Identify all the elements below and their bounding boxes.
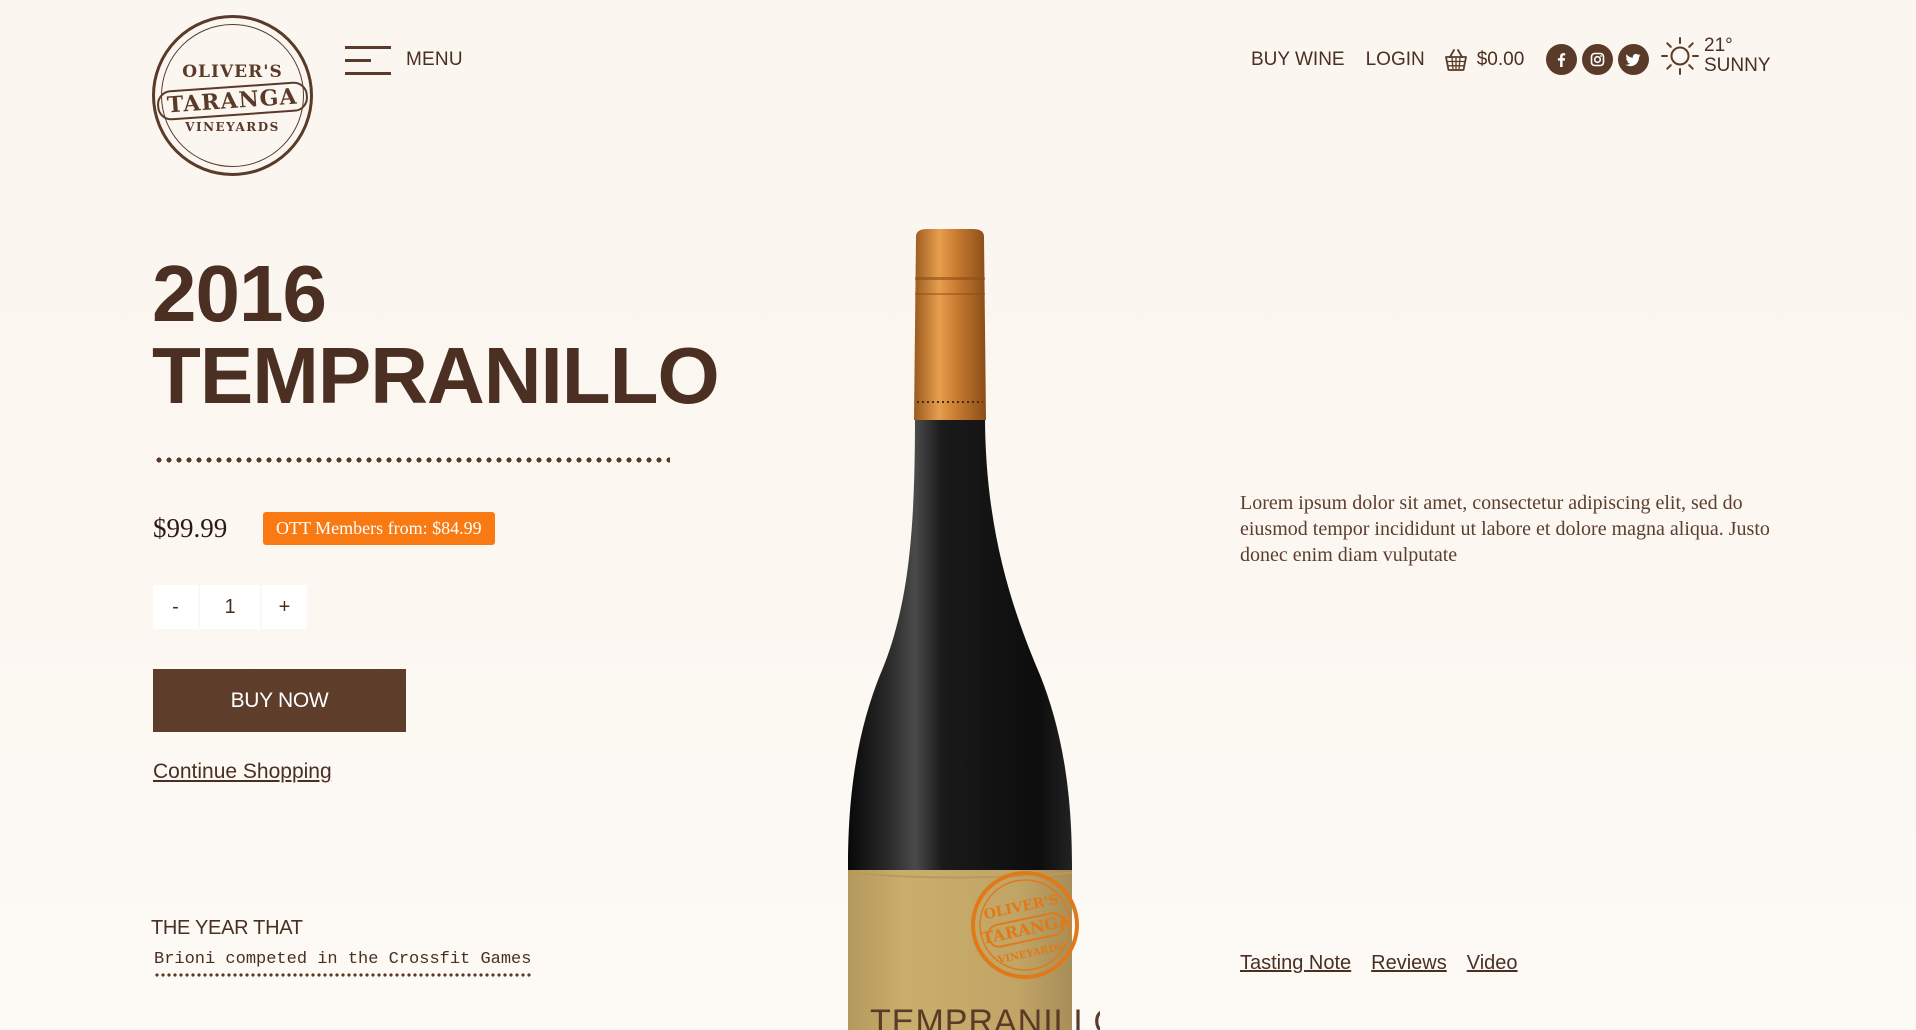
product-description: Lorem ipsum dolor sit amet, consectetur … [1240,492,1770,566]
continue-shopping-link[interactable]: Continue Shopping [153,760,332,784]
quantity-stepper: - 1 + [153,585,307,629]
weather-condition: SUNNY [1704,55,1771,76]
buy-now-button[interactable]: BUY NOW [153,669,406,732]
bottle-label-name: TEMPRANILLO [870,1003,1100,1030]
buy-wine-link[interactable]: BUY WINE [1251,49,1345,71]
logo-text-top: OLIVER'S [182,61,283,82]
logo-seal: OLIVER'S TARANGA VINEYARDS [156,24,309,167]
year-that-label: THE YEAR THAT [151,917,303,939]
twitter-icon[interactable] [1618,44,1650,75]
product-tabs: Tasting Note Reviews Video [1240,952,1538,975]
dotted-divider [154,457,670,463]
product-year: 2016 [152,249,327,338]
login-link[interactable]: LOGIN [1366,49,1425,71]
logo-text-mid: TARANGA [156,80,309,121]
quantity-input[interactable]: 1 [200,585,260,629]
cart-button[interactable]: $0.00 [1443,47,1525,73]
facebook-icon[interactable] [1546,44,1578,75]
wine-bottle-image: OLIVER'S TARANGA VINEYARDS TEMPRANILLO [848,229,1100,1030]
hamburger-icon [345,45,391,75]
cart-total: $0.00 [1476,48,1525,70]
logo-text-bottom: VINEYARDS [185,119,280,134]
member-price-badge: OTT Members from: $84.99 [263,512,495,545]
quantity-increase-button[interactable]: + [262,585,307,629]
sun-icon [1661,37,1699,75]
weather-temperature: 21° [1704,35,1733,56]
menu-button[interactable]: MENU [345,45,463,75]
product-name: TEMPRANILLO [152,331,720,420]
instagram-icon[interactable] [1582,44,1614,75]
product-title: 2016 TEMPRANILLO [152,249,720,420]
brand-logo[interactable]: OLIVER'S TARANGA VINEYARDS [152,15,313,176]
product-price: $99.99 [153,513,228,543]
quantity-decrease-button[interactable]: - [153,585,198,629]
tab-video[interactable]: Video [1467,952,1518,975]
weather-widget: 21° SUNNY [1660,36,1771,76]
year-that-fact: Brioni competed in the Crossfit Games [154,950,532,977]
top-navigation: BUY WINE LOGIN $0.00 [1251,44,1654,75]
basket-icon [1444,48,1467,71]
menu-label: MENU [406,49,463,70]
social-links [1546,44,1654,75]
tab-tasting-note[interactable]: Tasting Note [1240,952,1351,975]
tab-reviews[interactable]: Reviews [1371,952,1447,975]
